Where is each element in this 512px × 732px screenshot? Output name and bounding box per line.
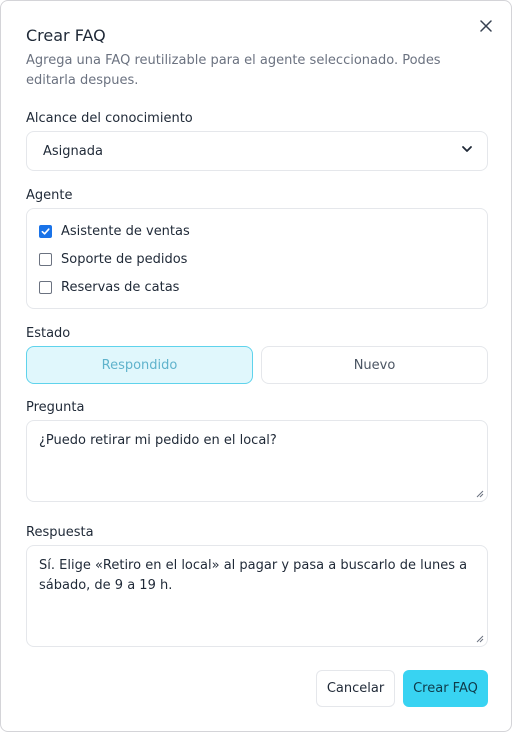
answer-text: Sí. Elige «Retiro en el local» al pagar … xyxy=(39,558,468,593)
status-option-respondido[interactable]: Respondido xyxy=(26,346,253,384)
resize-grip-icon[interactable] xyxy=(476,490,484,498)
agent-option-label: Asistente de ventas xyxy=(61,223,190,239)
agent-checkbox-group: Asistente de ventas Soporte de pedidos R… xyxy=(26,208,488,309)
agent-option-label: Soporte de pedidos xyxy=(61,251,188,267)
status-label: Estado xyxy=(26,326,71,341)
create-faq-dialog: Crear FAQ Agrega una FAQ reutilizable pa… xyxy=(0,0,512,732)
dialog-description: Agrega una FAQ reutilizable para el agen… xyxy=(26,53,441,88)
answer-textarea[interactable]: Sí. Elige «Retiro en el local» al pagar … xyxy=(26,545,488,647)
agent-option-label: Reservas de catas xyxy=(61,279,180,295)
close-icon[interactable] xyxy=(478,18,494,34)
checkbox-checked[interactable] xyxy=(39,224,52,238)
scope-select[interactable]: Asignada xyxy=(26,131,488,171)
chevron-down-icon xyxy=(461,143,473,159)
checkbox-unchecked[interactable] xyxy=(39,252,52,266)
agent-option-pedidos[interactable]: Soporte de pedidos xyxy=(39,249,187,269)
check-icon xyxy=(41,227,50,235)
create-faq-button[interactable]: Crear FAQ xyxy=(403,670,488,707)
status-option-nuevo[interactable]: Nuevo xyxy=(261,346,488,384)
cancel-button[interactable]: Cancelar xyxy=(316,670,395,707)
question-textarea[interactable]: ¿Puedo retirar mi pedido en el local? xyxy=(26,420,488,502)
agent-option-ventas[interactable]: Asistente de ventas xyxy=(39,221,190,241)
resize-grip-icon[interactable] xyxy=(476,635,484,643)
dialog-title: Crear FAQ xyxy=(26,26,106,45)
checkbox-unchecked[interactable] xyxy=(39,280,52,294)
scope-label: Alcance del conocimiento xyxy=(26,111,193,126)
question-label: Pregunta xyxy=(26,400,85,415)
agent-label: Agente xyxy=(26,188,73,203)
scope-select-value: Asignada xyxy=(43,143,103,159)
agent-option-catas[interactable]: Reservas de catas xyxy=(39,277,179,297)
answer-label: Respuesta xyxy=(26,525,94,540)
question-text: ¿Puedo retirar mi pedido en el local? xyxy=(39,433,277,448)
